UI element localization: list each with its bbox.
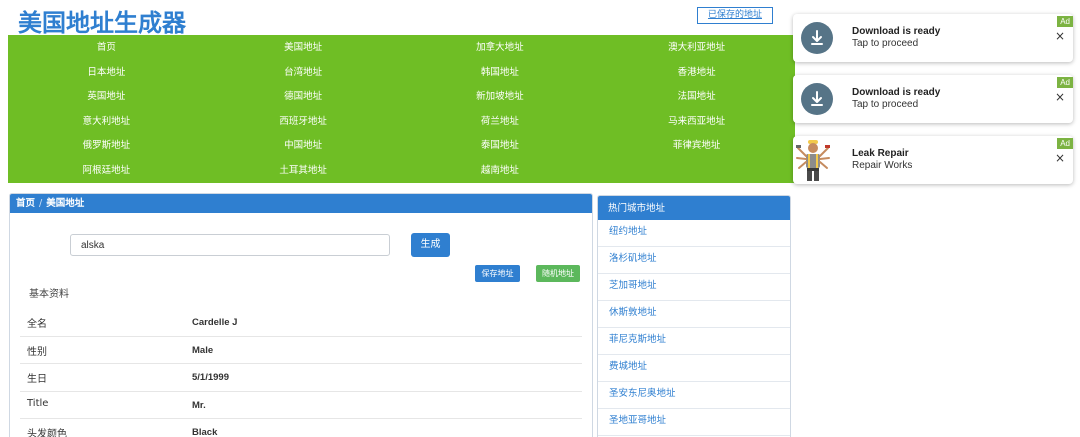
nav-item-vietnam[interactable]: 越南地址 <box>402 159 599 184</box>
nav-item-hongkong[interactable]: 香港地址 <box>598 61 795 86</box>
table-row: 性别 Male <box>20 337 582 364</box>
search-input[interactable] <box>70 234 390 256</box>
repairman-photo <box>795 138 831 182</box>
random-address-button[interactable]: 随机地址 <box>536 265 580 282</box>
city-link-houston[interactable]: 休斯敦地址 <box>598 301 790 328</box>
nav-item-australia[interactable]: 澳大利亚地址 <box>598 36 795 61</box>
nav-item-taiwan[interactable]: 台湾地址 <box>205 61 402 86</box>
breadcrumb-separator: / <box>39 198 43 209</box>
site-title[interactable]: 美国地址生成器 <box>18 3 186 38</box>
address-generator-card: 首页 /美国地址 生成 保存地址 随机地址 基本资料 全名 Cardelle J … <box>9 193 593 437</box>
popular-cities-title: 热门城市地址 <box>598 196 790 220</box>
ad-badge: Ad <box>1057 16 1073 27</box>
city-link-phoenix[interactable]: 菲尼克斯地址 <box>598 328 790 355</box>
nav-item-japan[interactable]: 日本地址 <box>8 61 205 86</box>
nav-item-spain[interactable]: 西班牙地址 <box>205 110 402 135</box>
city-link-los-angeles[interactable]: 洛杉矶地址 <box>598 247 790 274</box>
generate-button[interactable]: 生成 <box>411 233 450 257</box>
close-icon[interactable]: × <box>1055 30 1065 42</box>
row-label: 性别 <box>27 346 47 358</box>
nav-item-france[interactable]: 法国地址 <box>598 85 795 110</box>
ad-subtitle: Tap to proceed <box>852 38 919 49</box>
section-title: 基本资料 <box>29 289 69 300</box>
nav-item-argentina[interactable]: 阿根廷地址 <box>8 159 205 184</box>
city-link-philadelphia[interactable]: 费城地址 <box>598 355 790 382</box>
ad-title: Download is ready <box>852 26 941 37</box>
ad-title: Leak Repair <box>852 148 909 159</box>
city-link-new-york[interactable]: 纽约地址 <box>598 220 790 247</box>
nav-item-korea[interactable]: 韩国地址 <box>402 61 599 86</box>
nav-item-russia[interactable]: 俄罗斯地址 <box>8 134 205 159</box>
nav-item-philippines[interactable]: 菲律宾地址 <box>598 134 795 159</box>
nav-item-singapore[interactable]: 新加坡地址 <box>402 85 599 110</box>
ad-badge: Ad <box>1057 77 1073 88</box>
save-address-button[interactable]: 保存地址 <box>475 265 520 282</box>
popular-cities-card: 热门城市地址 纽约地址 洛杉矶地址 芝加哥地址 休斯敦地址 菲尼克斯地址 费城地… <box>597 195 791 437</box>
nav-item-china[interactable]: 中国地址 <box>205 134 402 159</box>
ad-title: Download is ready <box>852 87 941 98</box>
table-row: 全名 Cardelle J <box>20 309 582 337</box>
ad-download-1[interactable]: Download is ready Tap to proceed Ad × <box>793 14 1073 62</box>
ad-subtitle: Tap to proceed <box>852 99 919 110</box>
row-value: Mr. <box>192 399 206 411</box>
row-value: Black <box>192 427 218 437</box>
nav-item-us[interactable]: 美国地址 <box>205 36 402 61</box>
ad-download-2[interactable]: Download is ready Tap to proceed Ad × <box>793 75 1073 123</box>
nav-item-netherlands[interactable]: 荷兰地址 <box>402 110 599 135</box>
country-nav: 首页 美国地址 加拿大地址 澳大利亚地址 日本地址 台湾地址 韩国地址 香港地址… <box>8 35 795 183</box>
nav-item-italy[interactable]: 意大利地址 <box>8 110 205 135</box>
close-icon[interactable]: × <box>1055 91 1065 103</box>
nav-item-turkey[interactable]: 土耳其地址 <box>205 159 402 184</box>
download-icon <box>801 83 833 115</box>
row-label: Title <box>27 397 49 409</box>
table-row: Title Mr. <box>20 392 582 419</box>
ad-subtitle: Repair Works <box>852 160 913 171</box>
city-link-chicago[interactable]: 芝加哥地址 <box>598 274 790 301</box>
download-icon <box>801 22 833 54</box>
nav-item-home[interactable]: 首页 <box>8 36 205 61</box>
table-row: 头发颜色 Black <box>20 419 582 437</box>
city-link-san-antonio[interactable]: 圣安东尼奥地址 <box>598 382 790 409</box>
ad-badge: Ad <box>1057 138 1073 149</box>
row-value: Male <box>192 344 214 356</box>
nav-item-thailand[interactable]: 泰国地址 <box>402 134 599 159</box>
close-icon[interactable]: × <box>1055 152 1065 164</box>
nav-item-uk[interactable]: 英国地址 <box>8 85 205 110</box>
row-label: 全名 <box>27 319 47 330</box>
row-label: 头发颜色 <box>27 429 67 437</box>
row-label: 生日 <box>27 374 47 385</box>
breadcrumb: 首页 / 美国地址 <box>10 194 592 213</box>
row-value: 5/1/1999 <box>192 372 229 383</box>
nav-item-canada[interactable]: 加拿大地址 <box>402 36 599 61</box>
row-value: Cardelle J <box>192 317 238 328</box>
breadcrumb-current: 美国地址 <box>46 198 85 209</box>
city-link-san-diego[interactable]: 圣地亚哥地址 <box>598 409 790 436</box>
saved-addresses-link[interactable]: 已保存的地址 <box>697 7 773 24</box>
breadcrumb-home[interactable]: 首页 <box>16 198 35 209</box>
profile-table: 全名 Cardelle J 性别 Male 生日 5/1/1999 Title … <box>20 309 582 437</box>
ad-leak-repair[interactable]: Leak Repair Repair Works Ad × <box>793 136 1073 184</box>
table-row: 生日 5/1/1999 <box>20 364 582 392</box>
nav-item-malaysia[interactable]: 马来西亚地址 <box>598 110 795 135</box>
nav-item-germany[interactable]: 德国地址 <box>205 85 402 110</box>
